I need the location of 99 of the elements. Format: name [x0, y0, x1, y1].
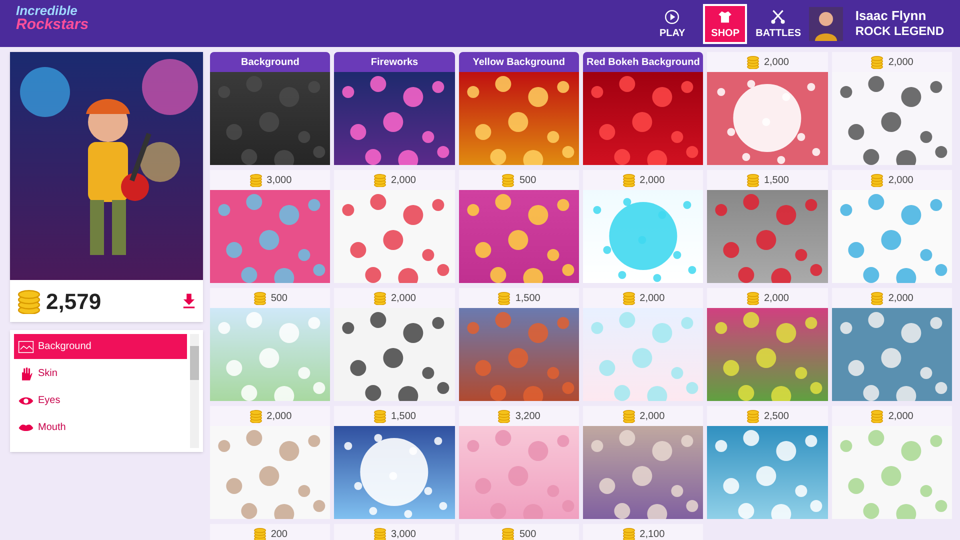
- user-rank: ROCK LEGEND: [855, 24, 944, 40]
- item-price: 2,000: [764, 292, 789, 306]
- coins-icon: [497, 291, 512, 305]
- coins-icon: [622, 527, 636, 540]
- shop-item[interactable]: 2,000: [583, 288, 704, 401]
- shop-item[interactable]: 2,000: [334, 288, 455, 401]
- item-price: 200: [270, 528, 288, 540]
- item-price: 2,100: [640, 528, 665, 540]
- coins-icon: [870, 291, 884, 305]
- shop-item[interactable]: 2,000: [707, 288, 828, 401]
- item-price: 3,000: [390, 528, 416, 540]
- shop-item[interactable]: 2,100: [583, 524, 704, 540]
- item-price: 1,500: [515, 292, 540, 306]
- coins-icon: [746, 291, 760, 305]
- coins-icon: [248, 173, 263, 187]
- shop-item[interactable]: 2,000: [832, 52, 952, 165]
- category-item[interactable]: Background: [14, 334, 187, 359]
- coins-icon: [622, 291, 636, 305]
- item-price: 2,000: [390, 174, 416, 188]
- item-price: 3,200: [515, 410, 540, 424]
- coins-icon: [248, 409, 263, 423]
- shop-item[interactable]: 3,000: [334, 524, 455, 540]
- shirt-icon: [717, 8, 734, 24]
- item-price: 2,000: [266, 410, 292, 424]
- shop-item[interactable]: Red Bokeh Background: [583, 52, 704, 165]
- item-title: Fireworks: [334, 52, 455, 72]
- download-icon[interactable]: [181, 292, 197, 310]
- coins-icon: [746, 173, 760, 187]
- play-icon: [664, 8, 680, 24]
- item-price: 3,000: [266, 174, 292, 188]
- user-name: Isaac Flynn: [855, 8, 928, 24]
- shop-item[interactable]: 1,500: [334, 406, 455, 519]
- coins-icon: [372, 527, 387, 540]
- crossed-guitars-icon: [770, 8, 786, 24]
- shop-item[interactable]: 2,000: [832, 288, 952, 401]
- coins-icon: [622, 173, 636, 187]
- coins-icon: [870, 409, 884, 423]
- coins-icon: [252, 527, 267, 540]
- item-price: 2,000: [888, 410, 914, 424]
- shop-item[interactable]: 2,000: [210, 406, 330, 519]
- shop-item[interactable]: 3,200: [458, 406, 579, 519]
- nav-tab[interactable]: SHOP: [703, 4, 748, 44]
- coins-icon: [252, 291, 267, 305]
- shop-item[interactable]: 2,000: [583, 406, 704, 519]
- shop-item[interactable]: 500: [458, 524, 579, 540]
- avatar: [809, 6, 844, 40]
- coins-icon: [622, 409, 636, 423]
- item-price: 2,000: [640, 292, 665, 306]
- nav-tab[interactable]: PLAY: [653, 4, 692, 44]
- coins-icon: [497, 409, 512, 423]
- item-title: Yellow Background: [458, 52, 579, 72]
- coins-icon: [501, 173, 516, 187]
- shop-item[interactable]: Background: [210, 52, 330, 165]
- item-price: 500: [519, 174, 536, 188]
- shop-item[interactable]: 2,000: [832, 406, 952, 519]
- item-price: 1,500: [390, 410, 416, 424]
- coins-icon: [372, 409, 387, 423]
- coins-icon: [746, 409, 760, 423]
- shop-item[interactable]: 200: [210, 524, 330, 540]
- shop-item[interactable]: 3,000: [210, 170, 330, 283]
- shop-item[interactable]: Yellow Background: [458, 52, 579, 165]
- shop-item[interactable]: 500: [210, 288, 330, 401]
- logo-text: Rockstars: [16, 16, 89, 32]
- item-price: 500: [270, 292, 288, 306]
- shop-item[interactable]: 2,000: [707, 52, 828, 165]
- shop-item[interactable]: 1,500: [707, 170, 828, 283]
- coins-icon: [870, 173, 884, 187]
- item-price: 2,000: [888, 292, 914, 306]
- picture-icon: [18, 338, 34, 354]
- coins-icon: [16, 288, 42, 314]
- category-item[interactable]: Mouth: [14, 415, 187, 440]
- scrollbar[interactable]: [190, 334, 199, 448]
- shop-item[interactable]: 2,000: [583, 170, 704, 283]
- shop-item[interactable]: 2,000: [832, 170, 952, 283]
- item-title: Background: [210, 52, 330, 72]
- coins-icon: [501, 527, 516, 540]
- item-price: 2,000: [640, 174, 665, 188]
- shop-item[interactable]: 2,500: [707, 406, 828, 519]
- item-price: 1,500: [764, 174, 789, 188]
- item-price: 2,000: [888, 56, 914, 70]
- item-price: 2,000: [888, 174, 914, 188]
- shop-item[interactable]: 500: [458, 170, 579, 283]
- category-item[interactable]: Skin: [14, 361, 187, 386]
- logo-text: Incredible: [16, 4, 78, 16]
- item-price: 2,000: [390, 292, 416, 306]
- coins-icon: [372, 291, 387, 305]
- coins-icon: [870, 55, 884, 69]
- shop-item[interactable]: Fireworks: [334, 52, 455, 165]
- item-price: 500: [519, 528, 536, 540]
- item-price: 2,500: [764, 410, 789, 424]
- item-price: 2,000: [764, 56, 789, 70]
- item-price: 2,000: [640, 410, 665, 424]
- coin-balance: 2,579: [46, 288, 102, 316]
- coins-icon: [372, 173, 387, 187]
- category-item[interactable]: Eyes: [14, 388, 187, 413]
- shop-item[interactable]: 1,500: [458, 288, 579, 401]
- coins-icon: [746, 55, 760, 69]
- item-title: Red Bokeh Background: [583, 52, 704, 72]
- shop-item[interactable]: 2,000: [334, 170, 455, 283]
